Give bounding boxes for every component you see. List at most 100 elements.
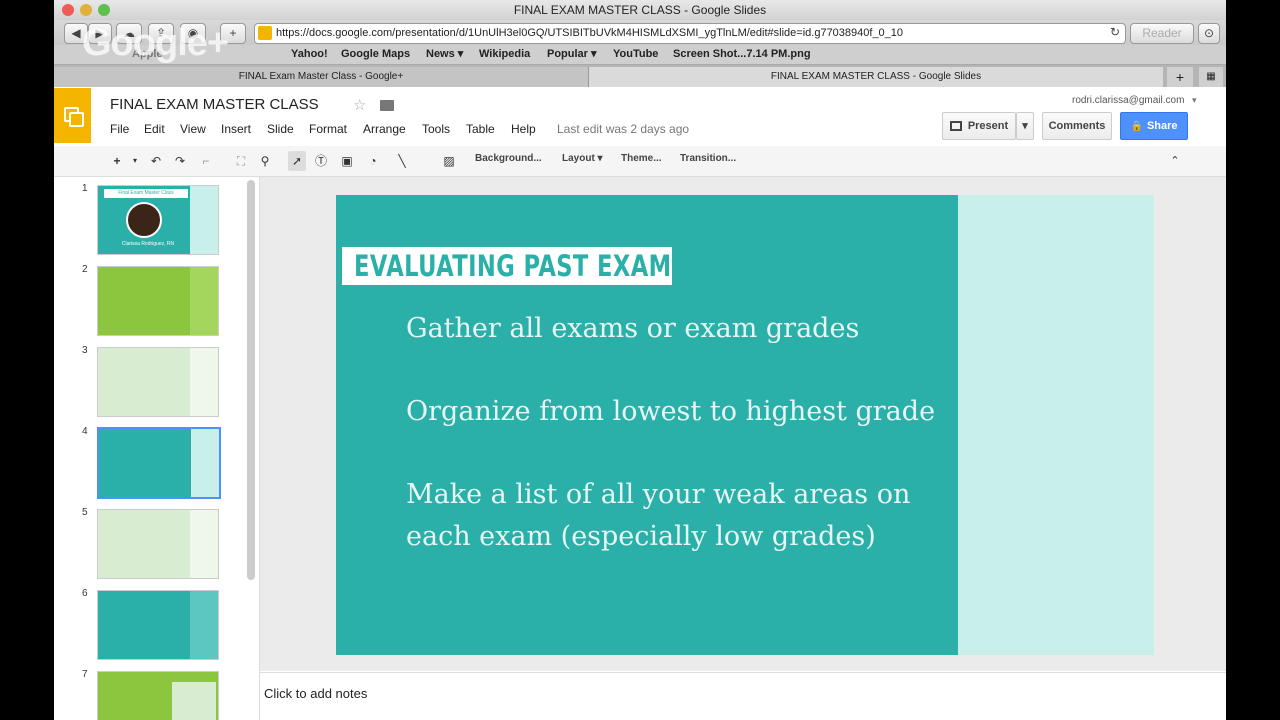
slides-logo-mark-2: [69, 112, 84, 127]
account-menu-chevron-icon[interactable]: ▾: [1192, 95, 1197, 106]
share-label: Share: [1146, 120, 1178, 132]
background-button[interactable]: Background...: [475, 153, 542, 164]
reader-button[interactable]: Reader: [1130, 23, 1194, 44]
reload-icon[interactable]: ↻: [1108, 23, 1122, 42]
bookmark-popular[interactable]: Popular ▾: [547, 45, 597, 64]
filmstrip-scrollbar[interactable]: [247, 180, 255, 580]
slide-thumbnail-2[interactable]: [97, 266, 219, 336]
menu-arrange[interactable]: Arrange: [363, 122, 406, 136]
paint-format-icon[interactable]: ⌐: [198, 151, 214, 171]
folder-icon[interactable]: [380, 100, 394, 111]
bookmark-news[interactable]: News ▾: [426, 45, 463, 64]
bookmark-google-maps[interactable]: Google Maps: [341, 45, 410, 64]
minimize-window-button[interactable]: [80, 4, 92, 16]
undo-icon[interactable]: ↶: [148, 151, 164, 171]
slide-number: 2: [82, 264, 88, 275]
comments-button[interactable]: Comments: [1042, 112, 1112, 140]
new-slide-chevron-icon[interactable]: ▾: [130, 151, 140, 171]
bookmark-yahoo[interactable]: Yahoo!: [291, 45, 328, 64]
avatar: [126, 202, 162, 238]
share-button[interactable]: 🔒 Share: [1120, 112, 1188, 140]
slide-thumbnail-7[interactable]: [97, 671, 219, 720]
slide-thumbnail-1[interactable]: Final Exam Master Class Clarissa Rodrigu…: [97, 185, 219, 255]
slide-number: 6: [82, 588, 88, 599]
tab-google-plus[interactable]: FINAL Exam Master Class - Google+: [54, 67, 589, 87]
window-title: FINAL EXAM MASTER CLASS - Google Slides: [513, 3, 767, 17]
last-edit-status[interactable]: Last edit was 2 days ago: [557, 122, 689, 136]
zoom-icon[interactable]: ⚲: [256, 151, 274, 171]
slide-bullet: Make a list of all your weak areas on: [406, 479, 911, 510]
slide-number: 4: [82, 426, 88, 437]
slide-thumbnail-4[interactable]: [97, 427, 221, 499]
slide-thumbnail-5[interactable]: [97, 509, 219, 579]
tab-overview-icon[interactable]: ▦: [1199, 67, 1223, 87]
image-icon[interactable]: ▣: [338, 151, 356, 171]
url-text: https://docs.google.com/presentation/d/1…: [276, 27, 904, 39]
star-icon[interactable]: ☆: [353, 96, 366, 114]
slide-thumbnail-6[interactable]: [97, 590, 219, 660]
bookmark-page-icon[interactable]: [258, 26, 272, 40]
new-slide-plus-icon[interactable]: +: [110, 151, 124, 171]
menu-view[interactable]: View: [180, 122, 206, 136]
slide-bullet: Organize from lowest to highest grade: [406, 396, 936, 427]
thumb-panel: [190, 186, 218, 254]
select-cursor-icon[interactable]: ➚: [288, 151, 306, 171]
menu-format[interactable]: Format: [309, 122, 347, 136]
theme-button[interactable]: Theme...: [621, 153, 662, 164]
new-tab-plus-icon[interactable]: +: [1167, 67, 1193, 87]
speaker-notes[interactable]: Click to add notes: [260, 672, 1226, 720]
menu-insert[interactable]: Insert: [221, 122, 251, 136]
thumb-panel: [190, 267, 218, 335]
document-title[interactable]: FINAL EXAM MASTER CLASS: [110, 96, 319, 113]
thumb-panel: [172, 682, 216, 720]
thumb-panel: [190, 510, 218, 578]
slide-number: 5: [82, 507, 88, 518]
slide-number: 3: [82, 345, 88, 356]
menu-edit[interactable]: Edit: [144, 122, 165, 136]
tab-strip: FINAL Exam Master Class - Google+ FINAL …: [54, 65, 1226, 87]
menu-file[interactable]: File: [110, 122, 129, 136]
menu-help[interactable]: Help: [511, 122, 536, 136]
bookmark-screenshot[interactable]: Screen Shot...7.14 PM.png: [673, 45, 811, 64]
editing-toolbar: + ▾ ↶ ↷ ⌐ ⛶ ⚲ ➚ Ⓣ ▣ ◔ ╲ ▨ Background... …: [54, 146, 1226, 177]
slide-bullet: Gather all exams or exam grades: [406, 313, 860, 344]
menu-table[interactable]: Table: [466, 122, 495, 136]
slide-thumbnail-3[interactable]: [97, 347, 219, 417]
line-icon[interactable]: ╲: [392, 151, 412, 171]
current-slide[interactable]: EVALUATING PAST EXAMS Gather all exams o…: [336, 195, 1154, 655]
redo-icon[interactable]: ↷: [172, 151, 188, 171]
present-icon: [949, 121, 962, 132]
thumb-name: Clarissa Rodriguez, RN: [121, 241, 175, 247]
menu-tools[interactable]: Tools: [422, 122, 450, 136]
browser-window: FINAL EXAM MASTER CLASS - Google Slides …: [54, 0, 1226, 720]
bookmarks-bar: Apple Yahoo! Google Maps News ▾ Wikipedi…: [54, 45, 1226, 65]
text-box-icon[interactable]: Ⓣ: [312, 151, 330, 171]
bookmark-youtube[interactable]: YouTube: [613, 45, 658, 64]
account-email[interactable]: rodri.clarissa@gmail.com: [1072, 95, 1184, 106]
shape-icon[interactable]: ◔: [362, 151, 384, 171]
url-bar[interactable]: https://docs.google.com/presentation/d/1…: [254, 23, 1126, 44]
slide-filmstrip[interactable]: 1 Final Exam Master Class Clarissa Rodri…: [54, 177, 260, 720]
downloads-icon[interactable]: ⊙: [1198, 23, 1220, 44]
layout-button[interactable]: Layout ▾: [562, 153, 603, 164]
slide-title: EVALUATING PAST EXAMS: [354, 249, 689, 283]
slide-bullet: each exam (especially low grades): [406, 521, 876, 552]
slides-logo-icon[interactable]: [54, 88, 91, 143]
background-image-icon[interactable]: ▨: [440, 151, 458, 171]
google-plus-watermark: Google+: [82, 22, 229, 64]
slide-number: 7: [82, 669, 88, 680]
tab-google-slides[interactable]: FINAL EXAM MASTER CLASS - Google Slides: [589, 67, 1163, 87]
present-options-chevron-icon[interactable]: ▾: [1016, 112, 1034, 140]
bookmark-wikipedia[interactable]: Wikipedia: [479, 45, 530, 64]
window-titlebar: FINAL EXAM MASTER CLASS - Google Slides: [54, 0, 1226, 20]
present-button[interactable]: Present: [942, 112, 1016, 140]
collapse-toolbar-icon[interactable]: ⌃: [1168, 151, 1182, 171]
close-window-button[interactable]: [62, 4, 74, 16]
transition-button[interactable]: Transition...: [680, 153, 736, 164]
menu-slide[interactable]: Slide: [267, 122, 294, 136]
thumb-title: Final Exam Master Class: [104, 189, 188, 198]
zoom-fit-icon[interactable]: ⛶: [232, 151, 250, 171]
slide-number: 1: [82, 183, 88, 194]
zoom-window-button[interactable]: [98, 4, 110, 16]
thumb-panel: [191, 429, 219, 497]
